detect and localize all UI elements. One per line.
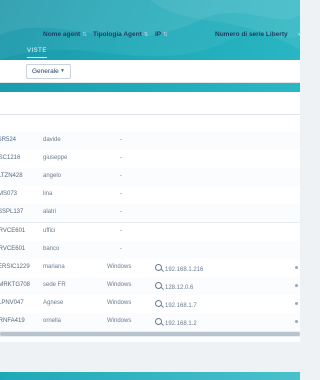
cell-agent-name: uffici (43, 227, 56, 234)
table-row[interactable]: DMRKTG708 sede FR Windows 128.12.0.6 (0, 276, 300, 296)
table-row[interactable]: EMS073 lina - (0, 186, 300, 206)
cell-agent-name: giuseppe (43, 155, 68, 162)
views-label: VISTE (27, 48, 47, 54)
cell-agent-name: sede FR (43, 281, 66, 288)
cell-serial: SLPNV047 (0, 299, 24, 306)
cell-agent-type: Windows (107, 281, 132, 288)
row-menu-icon[interactable] (295, 265, 298, 269)
cell-agent-name: lina (43, 191, 53, 198)
cell-agent-type: Windows (107, 263, 132, 270)
col-header-more[interactable]: ▾ (296, 31, 301, 38)
cell-ip-value: 192.168.1.7 (165, 302, 197, 309)
cell-agent-type: - (120, 191, 122, 198)
view-select[interactable]: Generale ▼ (26, 64, 71, 79)
sort-icon[interactable]: ⇅ (163, 32, 168, 38)
col-header-tipologia[interactable]: Tipologia Agent ⇅ (93, 31, 148, 38)
cell-serial: ASSPL137 (0, 209, 24, 216)
cell-serial: EMS073 (0, 191, 18, 198)
cell-agent-type: - (120, 155, 122, 162)
col-header-ip[interactable]: IP ⇅ (155, 31, 168, 38)
row-menu-icon[interactable] (295, 283, 298, 287)
search-icon[interactable] (155, 318, 162, 325)
cell-ip[interactable]: 192.168.1.7 (155, 299, 197, 309)
cell-agent-type: - (120, 209, 122, 216)
row-menu-icon[interactable] (295, 301, 298, 305)
cell-ip[interactable]: 128.12.0.6 (155, 281, 194, 291)
table-row[interactable]: SLTZN428 angelo - (0, 168, 300, 188)
col-header-nome-agent[interactable]: Nome agent ⇅ (43, 31, 87, 38)
footer-band (0, 372, 300, 380)
search-icon[interactable] (155, 281, 162, 289)
cell-agent-type: - (120, 137, 122, 143)
search-icon[interactable] (155, 299, 162, 307)
sort-icon[interactable]: ▾ (298, 32, 301, 38)
cell-serial: GSC1216 (0, 155, 21, 162)
cell-ip-value: 192.168.1.216 (165, 266, 204, 273)
table-row[interactable]: ASSPL137 alatri - (0, 204, 300, 224)
sort-icon[interactable]: ⇅ (144, 32, 149, 38)
col-header-serial[interactable]: Numero di serie Liberty (215, 31, 288, 38)
cell-serial: SLTZN428 (0, 173, 23, 180)
cell-agent-name: ornella (43, 318, 62, 324)
cell-serial: ORNFA419 (0, 318, 25, 324)
horizontal-scrollbar-thumb[interactable] (0, 332, 300, 336)
cell-ip[interactable]: 192.168.1.216 (155, 263, 204, 273)
cell-ip-value: 192.168.1.2 (165, 321, 197, 327)
cell-ip[interactable]: 192.168.1.2 (155, 318, 197, 327)
table-row[interactable]: TSR524 davide - (0, 132, 300, 151)
cell-agent-name: angelo (43, 173, 62, 180)
table-row[interactable]: PERSIC1229 mariana Windows 192.168.1.216 (0, 258, 300, 278)
cell-agent-name: banco (43, 245, 60, 252)
sort-icon[interactable]: ⇅ (82, 32, 87, 38)
cell-serial: TSR524 (0, 137, 17, 143)
cell-agent-name: mariana (43, 263, 65, 270)
table-row[interactable]: GRVCE601 banco - (0, 240, 300, 260)
table-header (0, 92, 300, 115)
filter-bar: ▾ Generale ▼ (0, 60, 300, 83)
left-select[interactable]: ▾ (0, 65, 6, 77)
cell-serial: PERSIC1229 (0, 263, 30, 270)
views-underline (27, 57, 47, 58)
cell-agent-type: - (120, 173, 122, 180)
table-row[interactable]: GSC1216 giuseppe - (0, 150, 300, 170)
table-row[interactable]: SLPNV047 Agnese Windows 192.168.1.7 (0, 294, 300, 314)
cell-agent-name: alatri (43, 209, 57, 216)
cell-agent-name: Agnese (43, 299, 64, 306)
cell-agent-type: Windows (107, 318, 132, 324)
table-row[interactable]: GRVCE601 uffici - (0, 222, 300, 242)
cell-agent-name: davide (43, 137, 61, 143)
search-icon[interactable] (155, 263, 162, 271)
cell-agent-type: - (120, 227, 122, 234)
row-menu-icon[interactable] (295, 320, 298, 323)
cell-agent-type: Windows (107, 299, 132, 306)
cell-agent-type: - (120, 245, 122, 252)
cell-serial: GRVCE601 (0, 245, 26, 252)
table-row[interactable]: ORNFA419 ornella Windows 192.168.1.2 (0, 313, 300, 332)
chevron-down-icon: ▼ (60, 68, 65, 74)
cell-ip-value: 128.12.0.6 (165, 284, 194, 291)
cell-serial: GRVCE601 (0, 227, 26, 234)
cell-serial: DMRKTG708 (0, 281, 31, 288)
